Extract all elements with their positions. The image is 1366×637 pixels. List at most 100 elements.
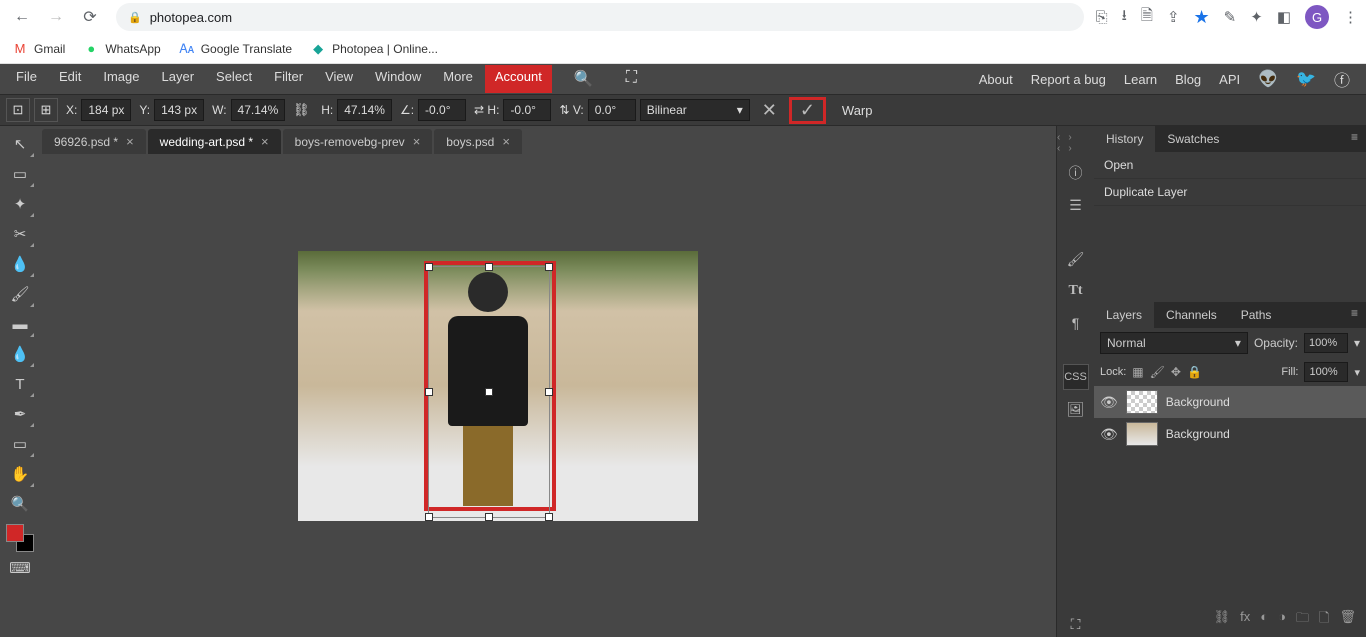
eraser-tool[interactable]: ▬ (5, 310, 35, 338)
close-icon[interactable]: × (413, 134, 421, 149)
commit-transform-icon[interactable]: ✓ (792, 100, 823, 120)
blend-mode-select[interactable]: Normal▾ (1100, 332, 1248, 354)
cancel-transform-icon[interactable]: ✕ (754, 100, 785, 121)
marquee-tool[interactable]: ▭ (5, 160, 35, 188)
new-layer-icon[interactable]: 🗋 (1319, 609, 1329, 631)
tab-channels[interactable]: Channels (1154, 302, 1229, 328)
brush-panel-icon[interactable]: 🖌 (1063, 246, 1089, 272)
fill-dropdown-icon[interactable]: ▾ (1354, 366, 1360, 379)
menu-file[interactable]: File (6, 65, 47, 93)
paragraph-panel-icon[interactable]: ¶ (1063, 310, 1089, 336)
profile-avatar[interactable]: G (1305, 5, 1329, 29)
character-panel-icon[interactable]: Tt (1063, 278, 1089, 304)
fill-input[interactable]: 100% (1304, 362, 1348, 382)
menu-image[interactable]: Image (93, 65, 149, 93)
hand-tool[interactable]: ✋ (5, 460, 35, 488)
blur-tool[interactable]: 💧 (5, 340, 35, 368)
search-icon[interactable]: 🔍 (564, 65, 604, 93)
info-panel-icon[interactable]: ⓘ (1063, 160, 1089, 186)
panel-resize-icon[interactable]: ‹› ‹› (1057, 132, 1094, 154)
brush-tool[interactable]: 🖌 (5, 280, 35, 308)
link-blog[interactable]: Blog (1175, 72, 1201, 87)
reload-button[interactable]: ⟳ (76, 3, 104, 31)
tab-history[interactable]: History (1094, 126, 1155, 152)
download-icon[interactable]: ⭳ (1122, 5, 1127, 30)
expand-panel-icon[interactable]: ⛶ (1063, 611, 1089, 637)
reddit-icon[interactable]: 👽 (1258, 69, 1278, 89)
crop-tool[interactable]: ✂ (5, 220, 35, 248)
tab-3[interactable]: boys.psd× (434, 129, 522, 154)
back-button[interactable]: ← (8, 3, 36, 31)
skew-v-value[interactable]: 0.0° (588, 99, 636, 121)
h-value[interactable]: 47.14% (337, 99, 392, 121)
layer-row[interactable]: 👁 Background (1094, 418, 1366, 450)
eyedropper-tool[interactable]: 💧 (5, 250, 35, 278)
bookmark-photopea[interactable]: ◆Photopea | Online... (310, 41, 438, 57)
text-tool[interactable]: T (5, 370, 35, 398)
close-icon[interactable]: × (126, 134, 134, 149)
close-icon[interactable]: × (502, 134, 510, 149)
shape-tool[interactable]: ▭ (5, 430, 35, 458)
keyboard-icon[interactable]: ⌨ (5, 554, 35, 582)
menu-account[interactable]: Account (485, 65, 552, 93)
tab-paths[interactable]: Paths (1229, 302, 1284, 328)
visibility-icon[interactable]: 👁 (1100, 426, 1118, 443)
link-layers-icon[interactable]: ⛓ (1214, 609, 1231, 631)
link-api[interactable]: API (1219, 72, 1240, 87)
install-icon[interactable]: ⎘ (1096, 9, 1108, 26)
link-learn[interactable]: Learn (1124, 72, 1157, 87)
panel-menu-icon[interactable]: ≡ (1343, 302, 1366, 328)
css-panel-icon[interactable]: CSS (1063, 364, 1089, 390)
transform-bounding-box[interactable] (428, 266, 550, 518)
tab-2[interactable]: boys-removebg-prev× (283, 129, 433, 154)
bookmark-gmail[interactable]: MGmail (12, 41, 65, 57)
delete-layer-icon[interactable]: 🗑 (1339, 609, 1356, 631)
link-about[interactable]: About (979, 72, 1013, 87)
image-panel-icon[interactable]: 🖼 (1063, 396, 1089, 422)
page-icon[interactable]: 🗎 (1141, 5, 1153, 30)
transform-anchor-icon[interactable]: ⊞ (34, 98, 58, 122)
layer-effects-icon[interactable]: fx (1240, 609, 1250, 631)
color-swatches[interactable] (6, 524, 34, 552)
kebab-menu-icon[interactable]: ⋮ (1343, 8, 1358, 26)
interpolation-select[interactable]: Bilinear▾ (640, 99, 750, 121)
canvas[interactable] (40, 154, 1056, 637)
panel-menu-icon[interactable]: ≡ (1343, 126, 1366, 152)
extensions-icon[interactable]: ✦ (1250, 8, 1263, 26)
wand-tool[interactable]: ✦ (5, 190, 35, 218)
pen-tool[interactable]: ✒ (5, 400, 35, 428)
layer-row[interactable]: 👁 Background (1094, 386, 1366, 418)
tab-swatches[interactable]: Swatches (1155, 126, 1231, 152)
menu-layer[interactable]: Layer (152, 65, 205, 93)
lock-brush-icon[interactable]: 🖌 (1150, 365, 1165, 379)
bookmark-translate[interactable]: 🗛Google Translate (179, 41, 292, 57)
lock-all-icon[interactable]: 🔒 (1187, 365, 1202, 379)
transform-bounds-icon[interactable]: ⊡ (6, 98, 30, 122)
menu-filter[interactable]: Filter (264, 65, 313, 93)
link-report[interactable]: Report a bug (1031, 72, 1106, 87)
address-bar[interactable]: 🔒 photopea.com (116, 3, 1084, 31)
group-layers-icon[interactable]: 🗀 (1296, 609, 1309, 631)
lock-move-icon[interactable]: ✥ (1171, 365, 1181, 379)
w-value[interactable]: 47.14% (231, 99, 286, 121)
history-item[interactable]: Duplicate Layer (1094, 179, 1366, 206)
fullscreen-icon[interactable]: ⛶ (616, 65, 647, 93)
tab-0[interactable]: 96926.psd *× (42, 129, 146, 154)
warp-button[interactable]: Warp (842, 103, 873, 118)
menu-more[interactable]: More (433, 65, 483, 93)
history-item[interactable]: Open (1094, 152, 1366, 179)
lock-pixels-icon[interactable]: ▦ (1132, 365, 1143, 379)
opacity-input[interactable]: 100% (1304, 333, 1348, 353)
skew-h-value[interactable]: -0.0° (503, 99, 551, 121)
sidepanel-icon[interactable]: ◧ (1277, 8, 1291, 26)
menu-select[interactable]: Select (206, 65, 262, 93)
share-icon[interactable]: ⇪ (1167, 8, 1180, 26)
x-value[interactable]: 184 px (81, 99, 131, 121)
properties-panel-icon[interactable]: ☰ (1063, 192, 1089, 218)
layer-mask-icon[interactable]: ◐ (1260, 609, 1268, 631)
twitter-icon[interactable]: 🐦 (1296, 69, 1316, 89)
menu-view[interactable]: View (315, 65, 363, 93)
facebook-icon[interactable]: ⓕ (1334, 67, 1350, 91)
opacity-dropdown-icon[interactable]: ▾ (1354, 336, 1360, 350)
tab-1[interactable]: wedding-art.psd *× (148, 129, 281, 154)
